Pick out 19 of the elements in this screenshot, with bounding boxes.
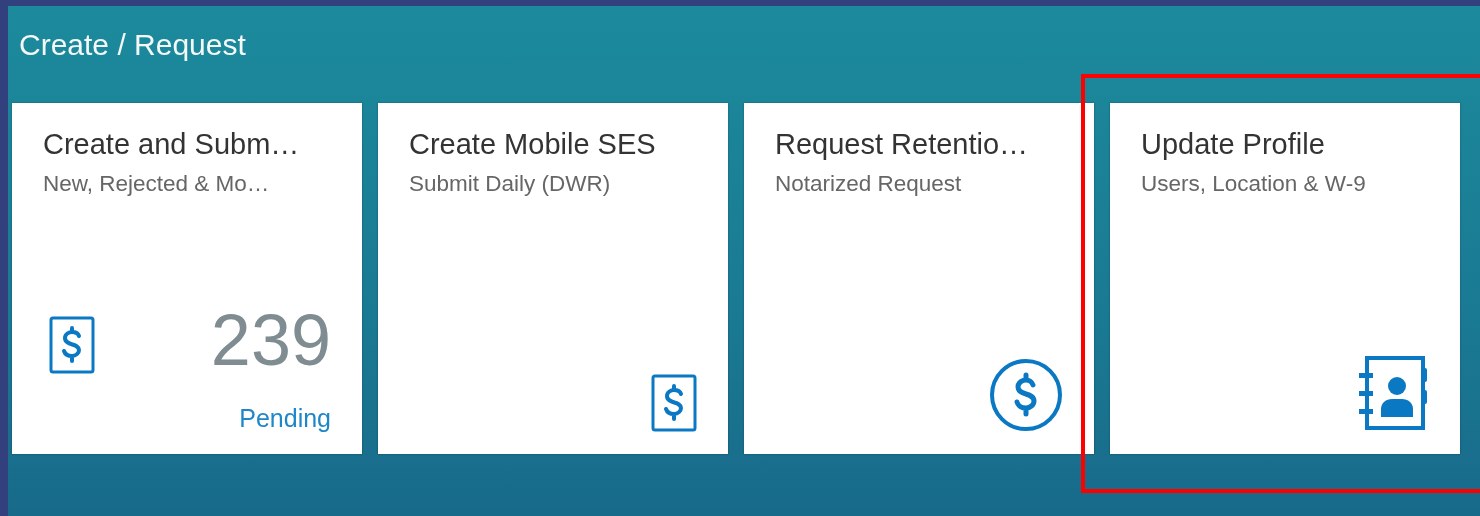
tile-subtitle: New, Rejected & Mo…	[43, 171, 270, 197]
tile-title: Create and Subm…	[43, 127, 300, 161]
app-tile[interactable]: Update Profile Users, Location & W-9	[1110, 103, 1460, 454]
tile-footer: Pending	[239, 404, 331, 432]
tile-title: Request Retentio…	[775, 127, 1029, 161]
app-tile[interactable]: Create and Subm… New, Rejected & Mo… 239 Pending	[12, 103, 362, 454]
tile-subtitle: Users, Location & W-9	[1141, 171, 1366, 197]
group-title: Create / Request	[18, 27, 247, 63]
tile-count: 239	[210, 304, 331, 376]
tile-subtitle: Submit Daily (DWR)	[409, 171, 611, 197]
tile-title: Create Mobile SES	[409, 127, 656, 161]
tile-title: Update Profile	[1141, 127, 1325, 161]
dollar-document-icon	[651, 374, 697, 432]
tile-subtitle: Notarized Request	[775, 171, 962, 197]
app-tile[interactable]: Create Mobile SES Submit Daily (DWR)	[378, 103, 728, 454]
dollar-coin-icon	[989, 358, 1063, 432]
app-tile[interactable]: Request Retentio… Notarized Request	[744, 103, 1094, 454]
dollar-document-icon	[49, 316, 95, 374]
address-book-icon	[1359, 356, 1429, 432]
